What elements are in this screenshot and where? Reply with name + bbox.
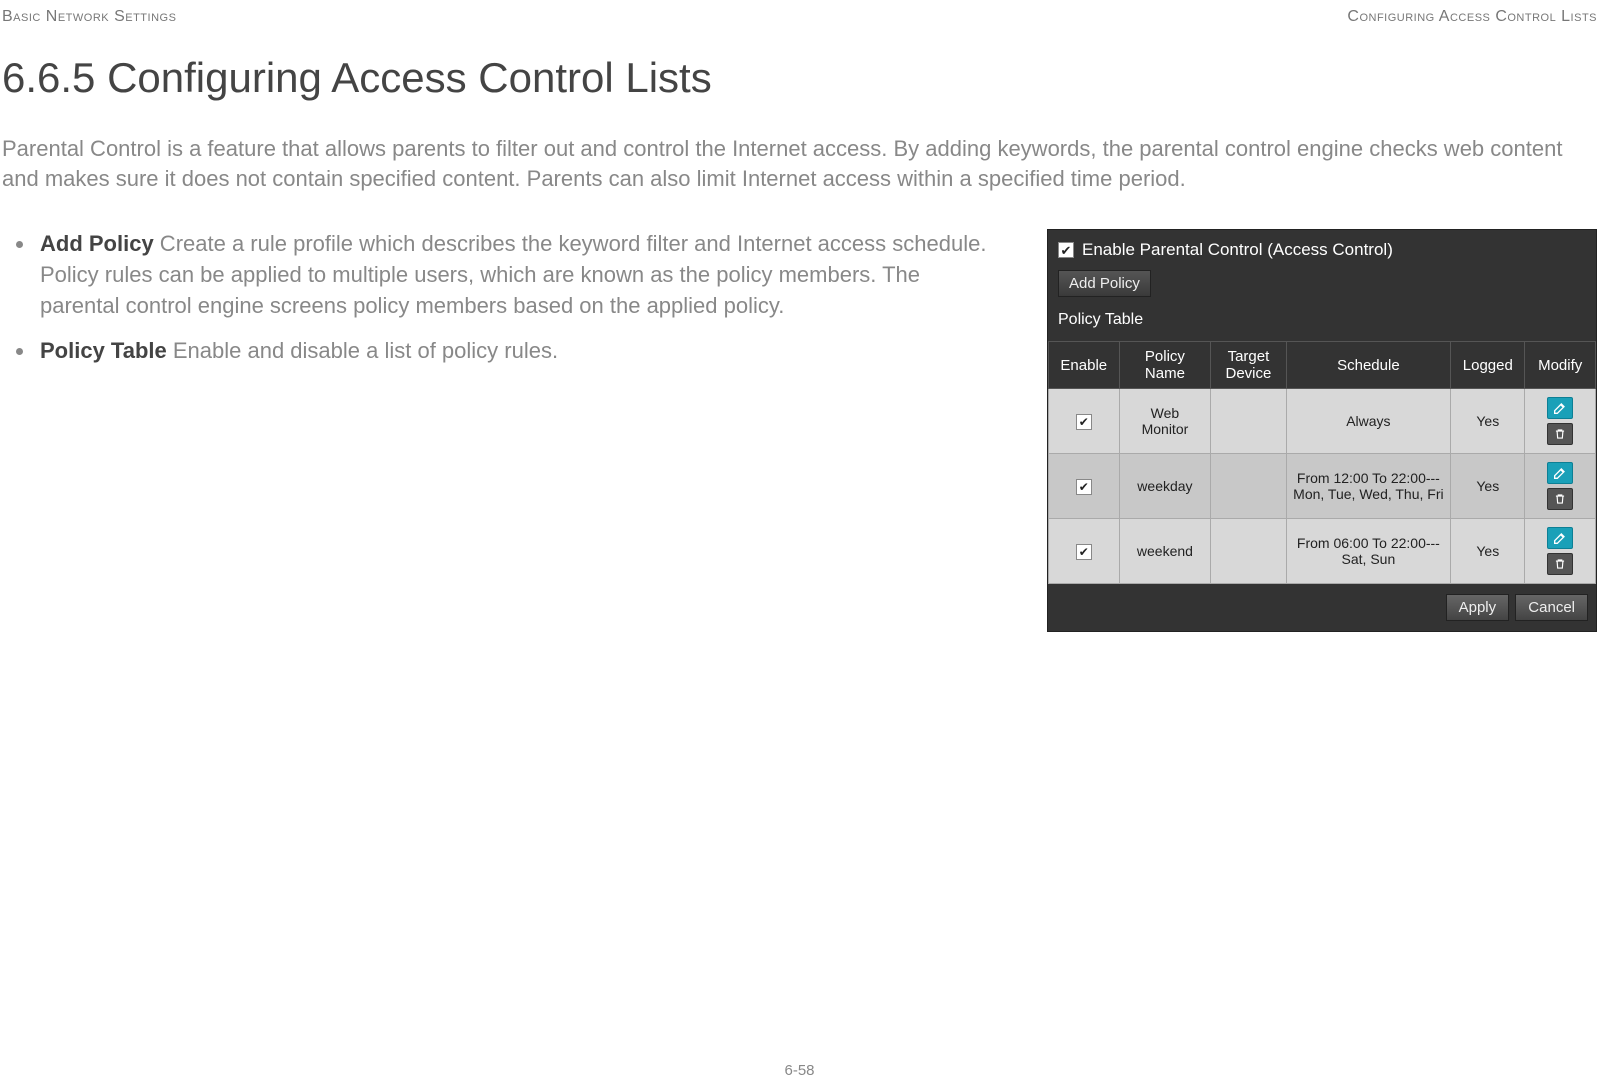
cell-modify (1525, 519, 1596, 584)
row-enable-checkbox[interactable]: ✔ (1076, 544, 1092, 560)
bullet-list: Add Policy Create a rule profile which d… (2, 229, 999, 632)
col-enable: Enable (1049, 342, 1120, 389)
parental-control-panel: ✔ Enable Parental Control (Access Contro… (1047, 229, 1597, 632)
header-left: Basic Network Settings (2, 8, 176, 26)
row-enable-checkbox[interactable]: ✔ (1076, 414, 1092, 430)
col-policy-name: Policy Name (1119, 342, 1211, 389)
cell-policy-name: weekend (1119, 519, 1211, 584)
bullet-text: Enable and disable a list of policy rule… (167, 338, 558, 363)
cell-target-device (1211, 454, 1286, 519)
col-logged: Logged (1451, 342, 1525, 389)
cell-enable: ✔ (1049, 519, 1120, 584)
policy-table: Enable Policy Name Target Device Schedul… (1048, 341, 1596, 584)
table-header-row: Enable Policy Name Target Device Schedul… (1049, 342, 1596, 389)
edit-icon[interactable] (1547, 462, 1573, 484)
cell-enable: ✔ (1049, 389, 1120, 454)
table-row: ✔ weekday From 12:00 To 22:00---Mon, Tue… (1049, 454, 1596, 519)
header-right: Configuring Access Control Lists (1347, 8, 1597, 26)
trash-icon[interactable] (1547, 553, 1573, 575)
panel-footer: Apply Cancel (1048, 584, 1596, 631)
panel-top: ✔ Enable Parental Control (Access Contro… (1048, 230, 1596, 341)
page-title: 6.6.5 Configuring Access Control Lists (0, 26, 1599, 120)
cell-policy-name: Web Monitor (1119, 389, 1211, 454)
intro-paragraph: Parental Control is a feature that allow… (0, 120, 1599, 193)
enable-parental-control-checkbox[interactable]: ✔ (1058, 242, 1074, 258)
cell-logged: Yes (1451, 454, 1525, 519)
cell-modify (1525, 389, 1596, 454)
col-modify: Modify (1525, 342, 1596, 389)
row-enable-checkbox[interactable]: ✔ (1076, 479, 1092, 495)
page-header: Basic Network Settings Configuring Acces… (0, 0, 1599, 26)
enable-parental-control-label: Enable Parental Control (Access Control) (1082, 240, 1393, 260)
col-schedule: Schedule (1286, 342, 1451, 389)
bullet-text: Create a rule profile which describes th… (40, 231, 986, 318)
edit-icon[interactable] (1547, 527, 1573, 549)
bullet-policy-table: Policy Table Enable and disable a list o… (36, 336, 999, 367)
edit-icon[interactable] (1547, 397, 1573, 419)
cell-schedule: From 12:00 To 22:00---Mon, Tue, Wed, Thu… (1286, 454, 1451, 519)
cell-modify (1525, 454, 1596, 519)
cell-target-device (1211, 519, 1286, 584)
cell-enable: ✔ (1049, 454, 1120, 519)
add-policy-button[interactable]: Add Policy (1058, 270, 1151, 297)
apply-button[interactable]: Apply (1446, 594, 1510, 621)
cell-schedule: From 06:00 To 22:00---Sat, Sun (1286, 519, 1451, 584)
cancel-button[interactable]: Cancel (1515, 594, 1588, 621)
col-target-device: Target Device (1211, 342, 1286, 389)
content-row: Add Policy Create a rule profile which d… (0, 193, 1599, 632)
cell-schedule: Always (1286, 389, 1451, 454)
cell-policy-name: weekday (1119, 454, 1211, 519)
bullet-add-policy: Add Policy Create a rule profile which d… (36, 229, 999, 321)
bullet-lead: Policy Table (40, 338, 167, 363)
page-number: 6-58 (0, 1062, 1599, 1079)
trash-icon[interactable] (1547, 488, 1573, 510)
cell-target-device (1211, 389, 1286, 454)
enable-parental-control-row: ✔ Enable Parental Control (Access Contro… (1058, 240, 1586, 270)
bullet-lead: Add Policy (40, 231, 154, 256)
cell-logged: Yes (1451, 389, 1525, 454)
cell-logged: Yes (1451, 519, 1525, 584)
table-row: ✔ weekend From 06:00 To 22:00---Sat, Sun… (1049, 519, 1596, 584)
policy-table-label: Policy Table (1058, 307, 1586, 335)
trash-icon[interactable] (1547, 423, 1573, 445)
table-row: ✔ Web Monitor Always Yes (1049, 389, 1596, 454)
